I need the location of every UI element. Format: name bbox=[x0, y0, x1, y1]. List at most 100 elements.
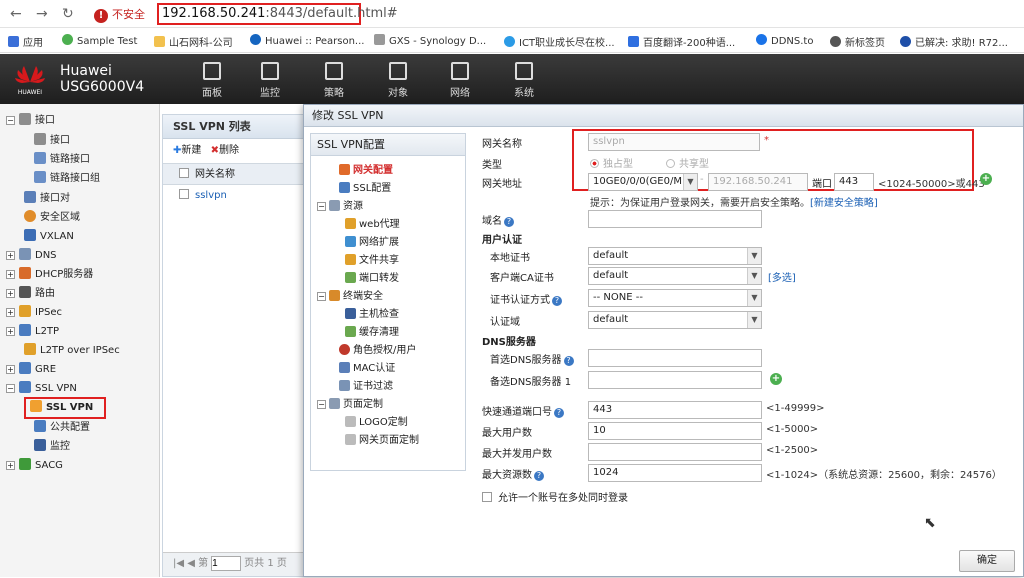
max-users-input[interactable]: 10 bbox=[588, 422, 762, 440]
sacg-shield-icon bbox=[19, 458, 31, 470]
help-icon[interactable]: ? bbox=[552, 296, 562, 306]
add-gateway-address-icon[interactable]: + bbox=[980, 173, 992, 185]
multi-select-link[interactable]: [多选] bbox=[768, 269, 796, 284]
multi-login-checkbox[interactable]: 允许一个账号在多处同时登录 bbox=[482, 489, 628, 504]
radio-unselected-icon bbox=[666, 159, 675, 168]
new-security-policy-link[interactable]: [新建安全策略] bbox=[810, 198, 878, 209]
cert-auth-select[interactable]: -- NONE -- ▼ bbox=[588, 289, 762, 307]
delete-button[interactable]: ✖删除 bbox=[211, 145, 239, 156]
site-icon bbox=[756, 34, 767, 45]
bookmark-item[interactable]: 百度翻译-200种语... bbox=[628, 34, 735, 49]
gateway-name-input[interactable]: sslvpn bbox=[588, 133, 760, 151]
nav-system[interactable]: 系统 bbox=[504, 62, 544, 99]
bookmark-apps[interactable]: 应用 bbox=[8, 34, 43, 49]
tree-item-vxlan[interactable]: VXLAN bbox=[24, 228, 74, 246]
chevron-down-icon: ▼ bbox=[683, 174, 697, 190]
tree-item-ipsec[interactable]: + IPSec bbox=[6, 304, 62, 322]
help-icon[interactable]: ? bbox=[534, 471, 544, 481]
local-cert-select[interactable]: default ▼ bbox=[588, 247, 762, 265]
auth-domain-select[interactable]: default ▼ bbox=[588, 311, 762, 329]
expand-icon[interactable]: + bbox=[6, 308, 15, 317]
collapse-icon[interactable]: − bbox=[6, 116, 15, 125]
reload-icon[interactable]: ↻ bbox=[62, 6, 74, 22]
expand-icon[interactable]: + bbox=[6, 270, 15, 279]
ipsec-icon bbox=[19, 305, 31, 317]
forward-icon[interactable]: → bbox=[36, 6, 48, 22]
tree-item-dns[interactable]: + DNS bbox=[6, 247, 57, 265]
list-header: 网关名称 bbox=[163, 163, 311, 185]
new-button[interactable]: ✚新建 bbox=[173, 145, 201, 156]
interface-select[interactable]: 10GE0/0/0(GE0/M ▼ bbox=[588, 173, 698, 191]
nav-dashboard[interactable]: 面板 bbox=[192, 62, 232, 99]
tree-item-interface-sub[interactable]: 接口 bbox=[34, 132, 70, 150]
required-mark: * bbox=[764, 135, 769, 146]
nav-network[interactable]: 网络 bbox=[440, 62, 480, 99]
port-input[interactable]: 443 bbox=[834, 173, 874, 191]
expand-icon[interactable]: + bbox=[6, 365, 15, 374]
security-indicator[interactable]: ! 不安全 bbox=[94, 6, 145, 23]
tree-item-sacg[interactable]: + SACG bbox=[6, 457, 63, 475]
select-all-checkbox[interactable] bbox=[179, 168, 189, 178]
tree-item-link-interface[interactable]: 链路接口 bbox=[34, 151, 90, 169]
expand-icon[interactable]: + bbox=[6, 289, 15, 298]
bookmark-item[interactable]: 山石网科-公司 bbox=[154, 34, 233, 49]
dashboard-icon bbox=[203, 62, 221, 80]
site-icon bbox=[250, 34, 261, 45]
help-icon[interactable]: ? bbox=[563, 356, 574, 366]
max-concurrent-input[interactable] bbox=[588, 443, 762, 461]
bookmarks-bar: 应用 Sample Test 山石网科-公司 Huawei :: Pearson… bbox=[0, 29, 1024, 53]
nav-policy[interactable]: 策略 bbox=[314, 62, 354, 99]
port-label: 端口 bbox=[812, 179, 832, 190]
url-input[interactable]: 192.168.50.241:8443/default.html# bbox=[157, 3, 398, 25]
tree-item-public-config[interactable]: 公共配置 bbox=[34, 419, 90, 437]
cloud-icon bbox=[504, 36, 515, 47]
bookmark-item[interactable]: DDNS.to bbox=[756, 34, 813, 47]
tree-item-link-interface-group[interactable]: 链路接口组 bbox=[34, 170, 100, 188]
row-gateway-name[interactable]: sslvpn bbox=[195, 190, 227, 201]
bookmark-item[interactable]: Sample Test bbox=[62, 34, 137, 47]
tree-item-dhcp[interactable]: + DHCP服务器 bbox=[6, 266, 93, 284]
type-shared-radio[interactable]: 共享型 bbox=[666, 155, 709, 170]
expand-icon[interactable]: + bbox=[6, 327, 15, 336]
tree-item-ssl-monitor[interactable]: 监控 bbox=[34, 438, 70, 456]
bookmark-item[interactable]: ICT职业成长尽在校... bbox=[504, 34, 615, 49]
tree-item-route[interactable]: + 路由 bbox=[6, 285, 55, 303]
tree-item-interface[interactable]: − 接口 bbox=[6, 112, 55, 130]
bookmark-item[interactable]: Huawei :: Pearson... bbox=[250, 34, 364, 47]
primary-dns-input[interactable] bbox=[588, 349, 762, 367]
tree-item-l2tp[interactable]: + L2TP bbox=[6, 323, 59, 341]
expand-icon[interactable]: + bbox=[6, 461, 15, 470]
tree-item-l2tp-over-ipsec[interactable]: L2TP over IPSec bbox=[24, 342, 120, 360]
client-ca-select[interactable]: default ▼ bbox=[588, 267, 762, 285]
nav-monitor[interactable]: 监控 bbox=[250, 62, 290, 99]
secondary-dns-input[interactable] bbox=[588, 371, 762, 389]
max-resources-input[interactable]: 1024 bbox=[588, 464, 762, 482]
expand-icon[interactable]: + bbox=[6, 251, 15, 260]
bookmark-item[interactable]: 已解决: 求助! R72... bbox=[900, 34, 1008, 49]
gre-icon bbox=[19, 362, 31, 374]
help-icon[interactable]: ? bbox=[504, 217, 514, 227]
bookmark-item[interactable]: 新标签页 bbox=[830, 34, 885, 49]
bookmark-item[interactable]: GXS - Synology D... bbox=[374, 34, 486, 47]
tree-item-security-zone[interactable]: 安全区域 bbox=[24, 209, 80, 227]
back-icon[interactable]: ← bbox=[10, 6, 22, 22]
max-users-range-hint: <1-5000> bbox=[766, 424, 819, 435]
row-checkbox[interactable] bbox=[179, 189, 189, 199]
ok-button[interactable]: 确定 bbox=[959, 550, 1015, 572]
tree-item-interface-pair[interactable]: 接口对 bbox=[24, 190, 70, 208]
nav-object[interactable]: 对象 bbox=[378, 62, 418, 99]
page-input[interactable] bbox=[211, 556, 242, 571]
max-resources-label: 最大资源数? bbox=[482, 466, 544, 481]
list-row[interactable]: sslvpn bbox=[163, 185, 311, 207]
gateway-ip-input[interactable]: 192.168.50.241 bbox=[708, 173, 808, 191]
collapse-icon[interactable]: − bbox=[6, 384, 15, 393]
prev-page-icon[interactable]: ◀ bbox=[187, 558, 195, 569]
tree-item-gre[interactable]: + GRE bbox=[6, 361, 56, 379]
type-exclusive-radio[interactable]: 独占型 bbox=[590, 155, 633, 170]
add-dns-icon[interactable]: + bbox=[770, 373, 782, 385]
first-page-icon[interactable]: |◀ bbox=[173, 558, 184, 569]
domain-input[interactable] bbox=[588, 210, 762, 228]
help-icon[interactable]: ? bbox=[554, 408, 564, 418]
fast-port-input[interactable]: 443 bbox=[588, 401, 762, 419]
tree-item-ssl-vpn[interactable]: − SSL VPN bbox=[6, 380, 77, 398]
